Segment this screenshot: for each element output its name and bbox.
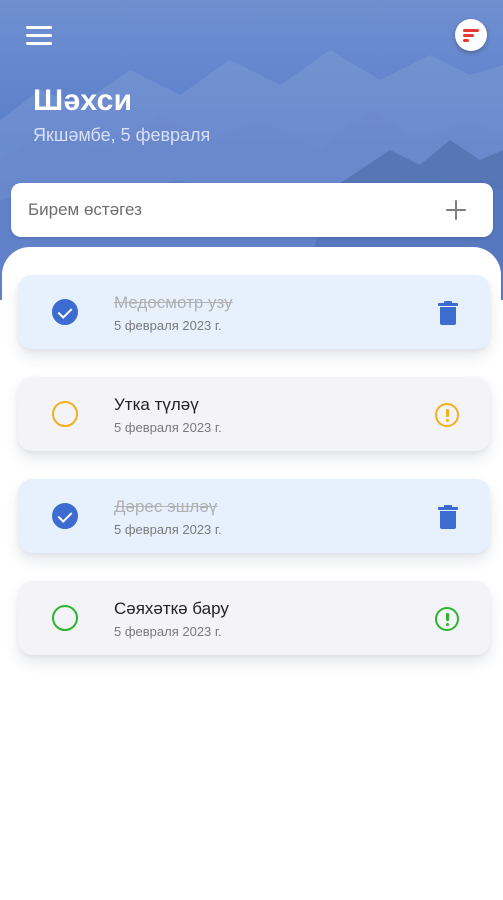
menu-button[interactable]: [26, 26, 54, 48]
task-title: Сәяхәткә бару: [114, 599, 229, 618]
task-item[interactable]: Сәяхәткә бару 5 февраля 2023 г.: [18, 581, 490, 655]
task-title: Утка түләү: [114, 395, 199, 414]
task-title: Дәрес эшләү: [114, 497, 218, 516]
task-item[interactable]: Дәрес эшләү 5 февраля 2023 г.: [18, 479, 490, 553]
task-title: Медосмотр узу: [114, 293, 233, 312]
add-task-button[interactable]: [443, 197, 469, 223]
task-checkbox[interactable]: [52, 401, 78, 427]
page-title: Шәхси: [33, 84, 133, 117]
trash-icon[interactable]: [438, 301, 458, 325]
task-item[interactable]: Утка түләү 5 февраля 2023 г.: [18, 377, 490, 451]
sort-filter-icon: [463, 29, 479, 32]
task-checkbox[interactable]: [52, 299, 78, 325]
task-item[interactable]: Медосмотр узу 5 февраля 2023 г.: [18, 275, 490, 349]
trash-icon[interactable]: [438, 505, 458, 529]
add-task-bar: [11, 183, 493, 237]
task-date: 5 февраля 2023 г.: [114, 420, 222, 435]
task-date: 5 февраля 2023 г.: [114, 522, 222, 537]
add-task-input[interactable]: [11, 183, 431, 237]
task-date: 5 февраля 2023 г.: [114, 318, 222, 333]
task-checkbox[interactable]: [52, 605, 78, 631]
sort-filter-button[interactable]: [455, 19, 487, 51]
task-list: Медосмотр узу 5 февраля 2023 г. Утка түл…: [2, 247, 501, 898]
current-date: Якшәмбе, 5 февраля: [33, 125, 211, 145]
task-date: 5 февраля 2023 г.: [114, 624, 222, 639]
alert-circle-icon[interactable]: [435, 607, 459, 631]
alert-circle-icon[interactable]: [435, 403, 459, 427]
hamburger-menu-icon: [26, 26, 52, 29]
task-checkbox[interactable]: [52, 503, 78, 529]
